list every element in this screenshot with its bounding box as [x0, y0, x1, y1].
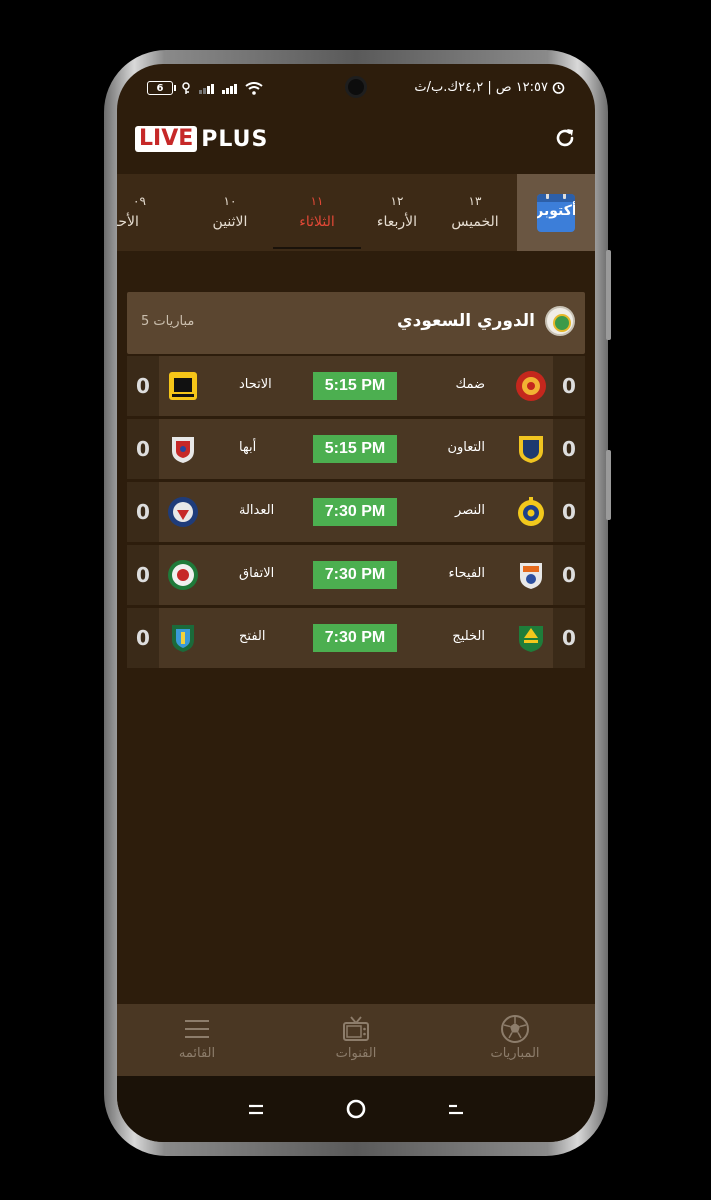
match-count: 5 مباريات	[141, 314, 195, 329]
home-score: 0	[553, 419, 585, 479]
status-time: ١٢:٥٧ ص | ٢٤,٢ك.ب/ث	[414, 80, 548, 95]
league-name: الدوري السعودي	[397, 311, 535, 331]
month-label: أكتوبر	[537, 202, 575, 219]
calendar-icon: أكتوبر	[537, 193, 575, 232]
away-team: الاتحاد	[239, 377, 272, 392]
league-header[interactable]: الدوري السعودي 5 مباريات	[127, 292, 585, 354]
fateh-badge-icon	[172, 625, 194, 652]
away-team: الفتح	[239, 629, 266, 644]
signal-icon	[199, 83, 214, 94]
nassr-badge-icon	[518, 497, 544, 526]
match-row[interactable]: 0 ضمك 5:15 PM الاتحاد 0	[127, 356, 585, 416]
away-team: أبها	[239, 440, 257, 455]
nav-channels-label: القنوات	[335, 1046, 377, 1061]
logo-plus: PLUS	[201, 126, 269, 152]
tab-day-num: ١١	[310, 194, 324, 208]
app-screen: 6 ١٢:٥٧ ص | ٢٤,٢ك.ب/ث LIVE PLUS أكتوبر ١…	[117, 64, 595, 1142]
tab-day-num: ٠٩	[133, 194, 146, 208]
match-row[interactable]: 0 التعاون 5:15 PM أبها 0	[127, 419, 585, 479]
away-score: 0	[127, 356, 159, 416]
app-header: LIVE PLUS	[117, 110, 595, 174]
tab-day-2[interactable]: ١١ الثلاثاء	[273, 174, 361, 251]
refresh-icon[interactable]	[553, 126, 577, 150]
front-camera	[345, 76, 367, 98]
match-time: 7:30 PM	[313, 624, 397, 652]
away-score: 0	[127, 419, 159, 479]
away-score: 0	[127, 608, 159, 668]
home-score: 0	[553, 356, 585, 416]
home-icon[interactable]	[341, 1094, 371, 1124]
tab-day-name: الأربعاء	[376, 214, 418, 230]
home-team: النصر	[455, 503, 485, 518]
nav-channels[interactable]: القنوات	[276, 1004, 436, 1076]
football-icon	[501, 1015, 529, 1043]
alarm-icon	[552, 82, 565, 94]
tab-day-num: ١٢	[390, 194, 404, 208]
menu-icon	[185, 1020, 209, 1038]
match-time: 7:30 PM	[313, 498, 397, 526]
match-row[interactable]: 0 النصر 7:30 PM العدالة 0	[127, 482, 585, 542]
home-team: ضمك	[455, 377, 485, 392]
match-row[interactable]: 0 الفيحاء 7:30 PM الاتفاق 0	[127, 545, 585, 605]
nav-matches-label: المباريات	[490, 1046, 540, 1061]
taawoun-badge-icon	[519, 436, 543, 463]
bottom-nav: المباريات القنوات القائمه	[117, 1004, 595, 1076]
home-team: الفيحاء	[448, 566, 485, 581]
tab-day-num: ١٣	[468, 194, 482, 208]
battery-icon: 6	[147, 81, 176, 95]
app-logo: LIVE PLUS	[135, 126, 268, 152]
home-score: 0	[553, 482, 585, 542]
signal-icon-2	[222, 83, 237, 94]
system-nav-bar	[117, 1076, 595, 1142]
tab-day-name: الأحد	[117, 214, 139, 230]
tab-day-name: الثلاثاء	[299, 214, 335, 230]
match-time: 5:15 PM	[313, 435, 397, 463]
logo-live: LIVE	[135, 126, 198, 152]
nav-menu[interactable]: القائمه	[117, 1004, 277, 1076]
home-score: 0	[553, 545, 585, 605]
volume-button	[606, 250, 611, 340]
match-row[interactable]: 0 الخليج 7:30 PM الفتح 0	[127, 608, 585, 668]
back-icon[interactable]	[441, 1094, 471, 1124]
tab-day-name: الخميس	[451, 214, 499, 230]
tab-day-4[interactable]: ٠٩ الأحد	[117, 174, 163, 251]
key-icon	[182, 81, 190, 94]
wifi-icon	[245, 81, 263, 95]
fayha-badge-icon	[520, 563, 542, 589]
recents-icon[interactable]	[241, 1094, 271, 1124]
home-team: التعاون	[447, 440, 485, 455]
tv-icon	[343, 1016, 369, 1041]
month-picker[interactable]: أكتوبر	[517, 174, 595, 251]
date-tabs: أكتوبر ١٣ الخميس ١٢ الأربعاء ١١ الثلاثاء…	[117, 174, 595, 251]
tab-day-name: الاثنين	[212, 214, 248, 230]
power-button	[606, 450, 611, 520]
ittihad-badge-icon	[169, 372, 197, 400]
home-score: 0	[553, 608, 585, 668]
status-bar: 6 ١٢:٥٧ ص | ٢٤,٢ك.ب/ث	[117, 64, 595, 110]
home-team: الخليج	[452, 629, 485, 644]
ettifaq-badge-icon	[168, 560, 198, 590]
damac-badge-icon	[516, 371, 546, 401]
away-score: 0	[127, 545, 159, 605]
abha-badge-icon	[172, 437, 194, 463]
nav-menu-label: القائمه	[178, 1046, 216, 1061]
khaleej-badge-icon	[519, 626, 543, 652]
adalah-badge-icon	[168, 497, 198, 527]
away-team: العدالة	[239, 503, 275, 518]
tab-day-num: ١٠	[223, 194, 237, 208]
tab-day-1[interactable]: ١٢ الأربعاء	[361, 174, 433, 251]
away-team: الاتفاق	[239, 566, 275, 581]
tab-day-0[interactable]: ١٣ الخميس	[433, 174, 517, 251]
league-logo	[545, 306, 575, 336]
match-time: 7:30 PM	[313, 561, 397, 589]
tab-day-3[interactable]: ١٠ الاثنين	[187, 174, 273, 251]
match-time: 5:15 PM	[313, 372, 397, 400]
away-score: 0	[127, 482, 159, 542]
nav-matches[interactable]: المباريات	[435, 1004, 595, 1076]
